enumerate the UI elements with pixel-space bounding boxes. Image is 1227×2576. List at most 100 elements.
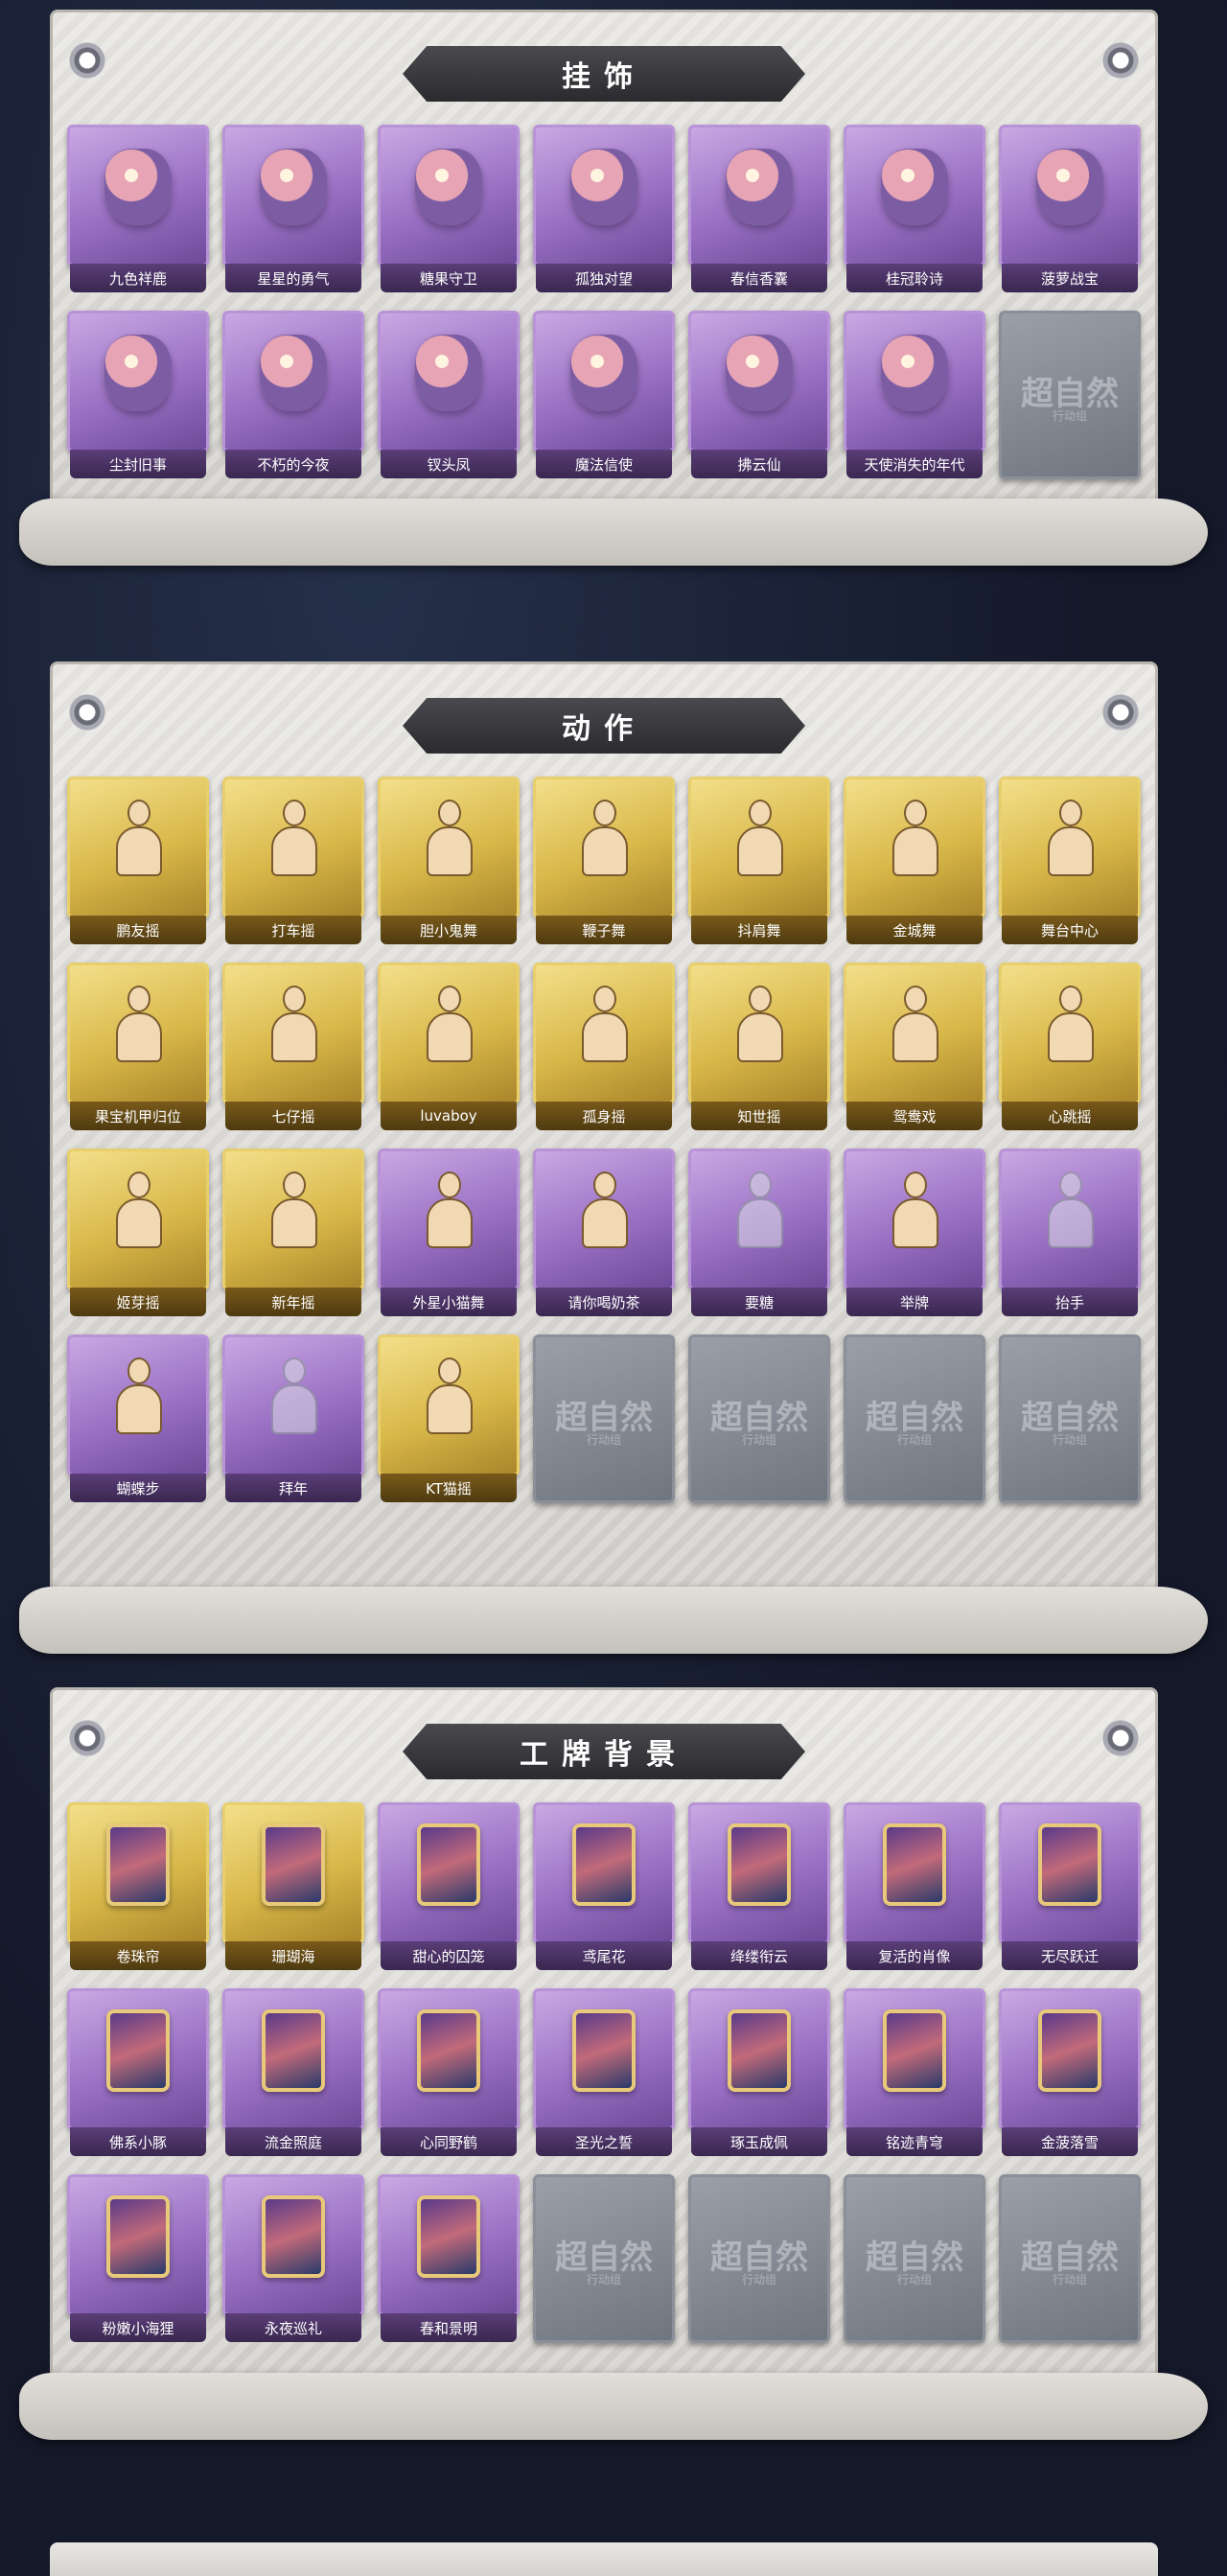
frame-item-card[interactable]: 无尽跃迁 (999, 1802, 1141, 1970)
action-item-card[interactable]: 知世摇 (688, 963, 830, 1130)
frame-item-card[interactable]: 永夜巡礼 (222, 2174, 364, 2342)
pose-head (593, 986, 616, 1012)
action-item-card[interactable]: 举牌 (844, 1149, 985, 1316)
item-label: 九色祥鹿 (70, 264, 206, 292)
item-label: 春和景明 (381, 2313, 517, 2342)
charm-item-card[interactable]: 拂云仙 (688, 311, 830, 478)
action-item-card[interactable]: 鸳鸯戏 (844, 963, 985, 1130)
item-label: 新年摇 (225, 1288, 361, 1316)
charm-item-card[interactable]: 尘封旧事 (67, 311, 209, 478)
charm-item-card[interactable]: 魔法信使 (533, 311, 675, 478)
frame-item-card[interactable]: 春和景明 (378, 2174, 520, 2342)
charm-item-card[interactable]: 钗头凤 (378, 311, 520, 478)
item-label: 尘封旧事 (70, 450, 206, 478)
charm-item-card[interactable]: 桂冠聆诗 (844, 125, 985, 292)
action-item-card[interactable]: 抬手 (999, 1149, 1141, 1316)
pose-silhouette-icon (98, 791, 178, 887)
locked-slot: 超自然 行动组 (999, 2174, 1141, 2343)
frame-item-card[interactable]: 佛系小豚 (67, 1988, 209, 2156)
pose-body (271, 1198, 317, 1248)
pose-body (582, 1012, 628, 1062)
item-label: KT猫摇 (381, 1474, 517, 1502)
item-label: 糖果守卫 (381, 264, 517, 292)
item-label: 春信香囊 (691, 264, 827, 292)
pose-silhouette-icon (874, 1163, 955, 1259)
pose-body (427, 1198, 473, 1248)
frame-item-card[interactable]: 铭迹青穹 (844, 1988, 985, 2156)
charm-item-card[interactable]: 孤独对望 (533, 125, 675, 292)
section-title-banner: 工牌背景 (403, 1724, 805, 1779)
frame-item-card[interactable]: 金菠落雪 (999, 1988, 1141, 2156)
corner-ornament-icon (1097, 36, 1145, 84)
action-item-card[interactable]: 果宝机甲归位 (67, 963, 209, 1130)
corner-ornament-icon (1097, 1714, 1145, 1762)
pose-body (427, 826, 473, 876)
charm-figure-icon (719, 139, 799, 235)
action-item-card[interactable]: 金城舞 (844, 777, 985, 944)
item-label: 桂冠聆诗 (846, 264, 983, 292)
action-item-card[interactable]: 心跳摇 (999, 963, 1141, 1130)
scroll-bottom-edge (19, 1587, 1208, 1654)
action-item-card[interactable]: 抖肩舞 (688, 777, 830, 944)
action-item-card[interactable]: 请你喝奶茶 (533, 1149, 675, 1316)
action-item-card[interactable]: 拜年 (222, 1334, 364, 1502)
frame-item-card[interactable]: 琢玉成佩 (688, 1988, 830, 2156)
action-item-card[interactable]: 要糖 (688, 1149, 830, 1316)
action-item-card[interactable]: 舞台中心 (999, 777, 1141, 944)
charm-figure-shape (104, 149, 172, 225)
charm-figure-icon (408, 139, 489, 235)
charm-item-card[interactable]: 九色祥鹿 (67, 125, 209, 292)
action-item-card[interactable]: 七仔摇 (222, 963, 364, 1130)
pose-figure (570, 798, 637, 880)
action-item-card[interactable]: 鞭子舞 (533, 777, 675, 944)
action-item-card[interactable]: 鹏友摇 (67, 777, 209, 944)
frame-item-card[interactable]: 绛缕衔云 (688, 1802, 830, 1970)
pose-silhouette-icon (98, 1349, 178, 1445)
badge-frame-icon (1030, 1817, 1110, 1913)
action-item-card[interactable]: 打车摇 (222, 777, 364, 944)
next-section-panel-top (50, 2542, 1158, 2576)
pose-silhouette-icon (408, 791, 489, 887)
frame-item-card[interactable]: 卷珠帘 (67, 1802, 209, 1970)
badge-frame-icon (98, 1817, 178, 1913)
charm-figure-icon (874, 325, 955, 421)
action-item-card[interactable]: luvaboy (378, 963, 520, 1130)
action-item-card[interactable]: KT猫摇 (378, 1334, 520, 1502)
charm-item-card[interactable]: 不朽的今夜 (222, 311, 364, 478)
action-item-card[interactable]: 孤身摇 (533, 963, 675, 1130)
charm-item-card[interactable]: 春信香囊 (688, 125, 830, 292)
action-item-card[interactable]: 胆小鬼舞 (378, 777, 520, 944)
pose-figure (881, 798, 948, 880)
action-item-card[interactable]: 外星小猫舞 (378, 1149, 520, 1316)
charm-item-card[interactable]: 糖果守卫 (378, 125, 520, 292)
pose-figure (104, 984, 172, 1066)
pose-body (116, 1198, 162, 1248)
action-item-card[interactable]: 姬芽摇 (67, 1149, 209, 1316)
frame-item-card[interactable]: 复活的肖像 (844, 1802, 985, 1970)
locked-watermark-sub: 行动组 (1052, 2273, 1087, 2286)
action-item-card[interactable]: 蝴蝶步 (67, 1334, 209, 1502)
locked-slot: 超自然 行动组 (844, 2174, 985, 2343)
charm-item-card[interactable]: 星星的勇气 (222, 125, 364, 292)
pose-silhouette-icon (253, 1349, 334, 1445)
frame-item-card[interactable]: 粉嫩小海狸 (67, 2174, 209, 2342)
pose-silhouette-icon (253, 977, 334, 1073)
item-label: 无尽跃迁 (1002, 1941, 1138, 1970)
frame-item-card[interactable]: 珊瑚海 (222, 1802, 364, 1970)
action-item-card[interactable]: 新年摇 (222, 1149, 364, 1316)
badge-frame-shape (883, 2009, 946, 2092)
frame-item-card[interactable]: 圣光之誓 (533, 1988, 675, 2156)
item-label: 要糖 (691, 1288, 827, 1316)
frame-item-card[interactable]: 鸢尾花 (533, 1802, 675, 1970)
frame-item-card[interactable]: 心同野鹤 (378, 1988, 520, 2156)
frame-item-card[interactable]: 甜心的囚笼 (378, 1802, 520, 1970)
frame-item-card[interactable]: 流金照庭 (222, 1988, 364, 2156)
charm-item-card[interactable]: 天使消失的年代 (844, 311, 985, 478)
pose-figure (881, 1170, 948, 1252)
charm-item-card[interactable]: 菠萝战宝 (999, 125, 1141, 292)
pose-silhouette-icon (253, 1163, 334, 1259)
badge-frame-shape (1038, 2009, 1101, 2092)
pose-silhouette-icon (564, 1163, 644, 1259)
item-label: 甜心的囚笼 (381, 1941, 517, 1970)
pose-head (438, 1172, 461, 1198)
